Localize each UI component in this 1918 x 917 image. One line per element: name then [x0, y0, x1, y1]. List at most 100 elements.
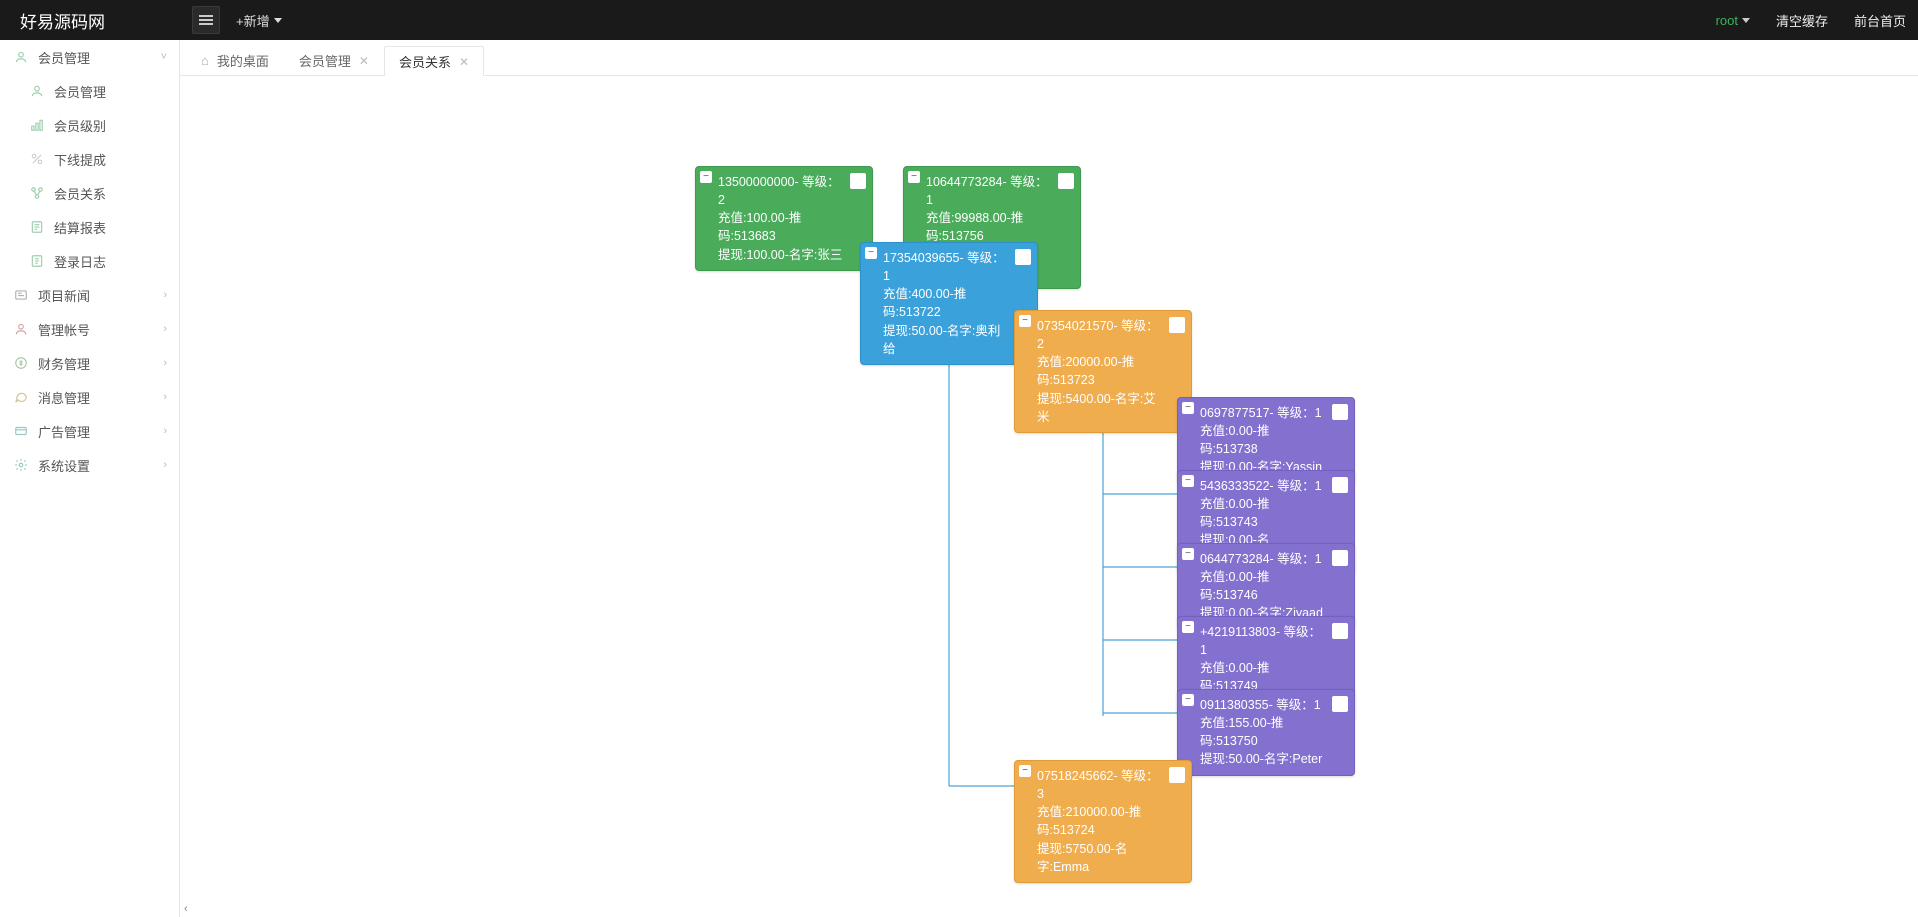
tab-2[interactable]: 会员关系 ✕ — [384, 46, 484, 76]
collapse-icon[interactable]: − — [1182, 475, 1194, 487]
percent-icon — [30, 152, 44, 166]
caret-down-icon — [1742, 18, 1750, 23]
chevron-right-icon: › — [163, 425, 167, 437]
sidebar-item-label: 项目新闻 — [38, 286, 90, 305]
collapse-icon[interactable]: − — [1182, 402, 1194, 414]
sidebar: 会员管理˅会员管理会员级别下线提成会员关系结算报表登录日志项目新闻›管理帐号›财… — [0, 40, 180, 917]
user-icon — [14, 50, 28, 64]
tree-canvas-scroll[interactable]: −13500000000- 等级：2充值:100.00-推码:513683提现:… — [180, 76, 1918, 917]
tree-node[interactable]: −0911380355- 等级：1充值:155.00-推码:513750提现:5… — [1177, 689, 1355, 776]
sidebar-item-label: 会员关系 — [54, 184, 106, 203]
node-checkbox[interactable] — [1332, 550, 1348, 566]
chevron-right-icon: › — [163, 323, 167, 335]
node-line-1: 充值:400.00-推码:513722 — [883, 285, 1009, 321]
node-line-0: 0644773284- 等级：1 — [1200, 550, 1326, 568]
hamburger-icon — [199, 15, 213, 25]
node-checkbox[interactable] — [1332, 477, 1348, 493]
collapse-icon[interactable]: − — [908, 171, 920, 183]
gear-icon — [14, 458, 28, 472]
tab-label: 会员关系 — [399, 52, 451, 71]
sidebar-subitem-0-5[interactable]: 登录日志 — [0, 244, 179, 278]
node-checkbox[interactable] — [1015, 249, 1031, 265]
sidebar-item-5[interactable]: 广告管理 › — [0, 414, 179, 448]
sidebar-item-label: 会员管理 — [54, 82, 106, 101]
node-line-0: 5436333522- 等级：1 — [1200, 477, 1326, 495]
relation-icon — [30, 186, 44, 200]
collapse-icon[interactable]: − — [865, 247, 877, 259]
tab-0[interactable]: ⌂ 我的桌面 — [186, 45, 284, 75]
tree-connectors — [180, 76, 1580, 876]
node-checkbox[interactable] — [1058, 173, 1074, 189]
node-line-1: 充值:0.00-推码:513746 — [1200, 568, 1326, 604]
chevron-right-icon: › — [163, 357, 167, 369]
chevron-right-icon: › — [163, 289, 167, 301]
sidebar-subitem-0-2[interactable]: 下线提成 — [0, 142, 179, 176]
node-checkbox[interactable] — [1169, 317, 1185, 333]
sidebar-item-6[interactable]: 系统设置 › — [0, 448, 179, 482]
home-icon: ⌂ — [201, 53, 209, 68]
sidebar-item-1[interactable]: 项目新闻 › — [0, 278, 179, 312]
collapse-icon[interactable]: − — [1182, 621, 1194, 633]
node-checkbox[interactable] — [1332, 404, 1348, 420]
ads-icon — [14, 424, 28, 438]
sidebar-item-4[interactable]: 消息管理 › — [0, 380, 179, 414]
collapse-icon[interactable]: − — [1019, 765, 1031, 777]
front-home-button[interactable]: 前台首页 — [1854, 11, 1906, 30]
sidebar-subitem-0-0[interactable]: 会员管理 — [0, 74, 179, 108]
msg-icon — [14, 390, 28, 404]
close-icon[interactable]: ✕ — [359, 54, 369, 68]
sidebar-item-label: 广告管理 — [38, 422, 90, 441]
sidebar-item-label: 会员管理 — [38, 48, 90, 67]
add-new-button[interactable]: +新增 — [236, 11, 282, 30]
tree-node[interactable]: −07518245662- 等级：3充值:210000.00-推码:513724… — [1014, 760, 1192, 883]
tree-node[interactable]: −07354021570- 等级：2充值:20000.00-推码:513723提… — [1014, 310, 1192, 433]
tab-label: 我的桌面 — [217, 51, 269, 70]
node-checkbox[interactable] — [1332, 623, 1348, 639]
tree-node[interactable]: −17354039655- 等级：1充值:400.00-推码:513722提现:… — [860, 242, 1038, 365]
sidebar-subitem-0-1[interactable]: 会员级别 — [0, 108, 179, 142]
chevron-right-icon: › — [163, 391, 167, 403]
user-icon — [30, 84, 44, 98]
sidebar-item-2[interactable]: 管理帐号 › — [0, 312, 179, 346]
node-checkbox[interactable] — [850, 173, 866, 189]
node-checkbox[interactable] — [1332, 696, 1348, 712]
sidebar-item-label: 系统设置 — [38, 456, 90, 475]
node-line-0: 07354021570- 等级：2 — [1037, 317, 1163, 353]
sidebar-item-label: 管理帐号 — [38, 320, 90, 339]
brand-title: 好易源码网 — [12, 8, 192, 33]
node-checkbox[interactable] — [1169, 767, 1185, 783]
clear-cache-button[interactable]: 清空缓存 — [1776, 11, 1828, 30]
node-line-1: 充值:100.00-推码:513683 — [718, 209, 844, 245]
collapse-icon[interactable]: − — [1182, 548, 1194, 560]
node-line-2: 提现:5400.00-名字:艾米 — [1037, 390, 1163, 426]
levels-icon — [30, 118, 44, 132]
main-area: ⌂我的桌面会员管理✕会员关系✕ −13500000000- 等级：2充值:100… — [180, 40, 1918, 917]
collapse-icon[interactable]: − — [700, 171, 712, 183]
sidebar-item-label: 消息管理 — [38, 388, 90, 407]
news-icon — [14, 288, 28, 302]
user-menu[interactable]: root — [1716, 13, 1750, 28]
sidebar-toggle-button[interactable] — [192, 6, 220, 34]
log-icon — [30, 254, 44, 268]
node-line-0: 10644773284- 等级：1 — [926, 173, 1052, 209]
close-icon[interactable]: ✕ — [459, 55, 469, 69]
node-line-0: 17354039655- 等级：1 — [883, 249, 1009, 285]
finance-icon — [14, 356, 28, 370]
sidebar-item-label: 下线提成 — [54, 150, 106, 169]
tab-label: 会员管理 — [299, 51, 351, 70]
sidebar-subitem-0-3[interactable]: 会员关系 — [0, 176, 179, 210]
collapse-icon[interactable]: − — [1182, 694, 1194, 706]
node-line-2: 提现:50.00-名字:Peter — [1200, 750, 1326, 768]
node-line-0: 13500000000- 等级：2 — [718, 173, 844, 209]
topbar: 好易源码网 +新增 root 清空缓存 前台首页 — [0, 0, 1918, 40]
tree-node[interactable]: −13500000000- 等级：2充值:100.00-推码:513683提现:… — [695, 166, 873, 271]
node-line-1: 充值:210000.00-推码:513724 — [1037, 803, 1163, 839]
tab-1[interactable]: 会员管理 ✕ — [284, 45, 384, 75]
node-line-1: 充值:155.00-推码:513750 — [1200, 714, 1326, 750]
sidebar-item-3[interactable]: 财务管理› — [0, 346, 179, 380]
node-line-1: 充值:0.00-推码:513743 — [1200, 495, 1326, 531]
chevron-right-icon: › — [163, 459, 167, 471]
sidebar-subitem-0-4[interactable]: 结算报表 — [0, 210, 179, 244]
sidebar-item-0[interactable]: 会员管理˅ — [0, 40, 179, 74]
collapse-icon[interactable]: − — [1019, 315, 1031, 327]
